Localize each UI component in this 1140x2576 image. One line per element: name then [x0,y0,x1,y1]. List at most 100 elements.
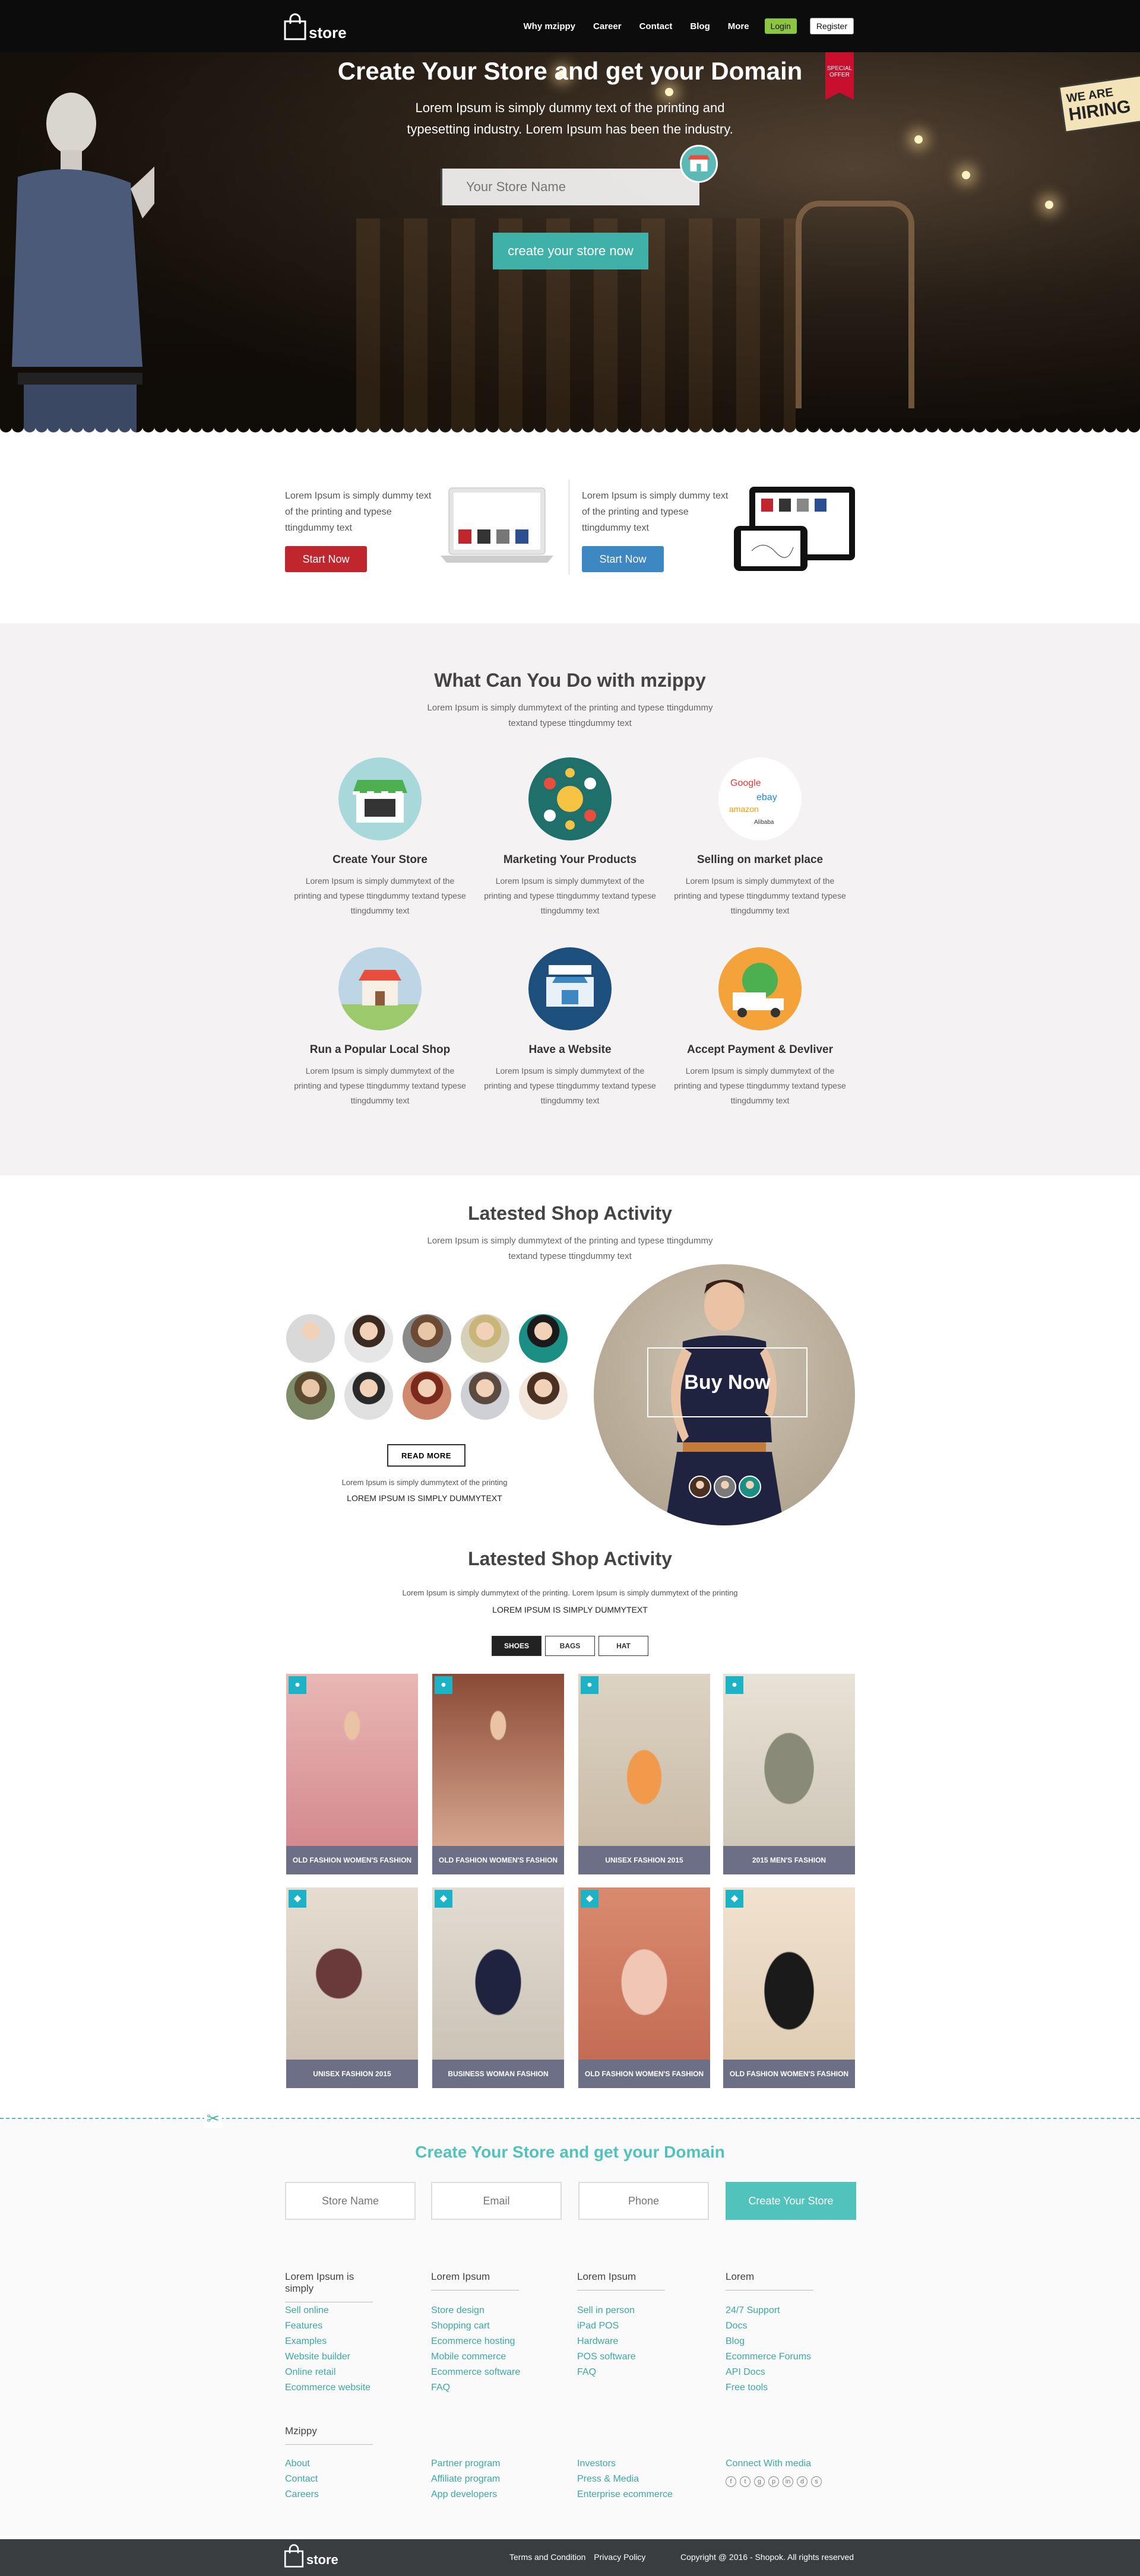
avatar[interactable] [519,1371,568,1420]
footer-link[interactable]: Ecommerce website [285,2380,370,2396]
terms-link[interactable]: Terms and Condition [509,2552,585,2562]
footer-link[interactable]: Mobile commerce [431,2349,506,2365]
tab-shoes[interactable]: SHOES [492,1636,542,1656]
footer-link[interactable]: Sell online [285,2303,329,2318]
footer-link[interactable]: FAQ [577,2365,596,2380]
footer-link[interactable]: Ecommerce Forums [726,2349,811,2365]
local-shop-icon [338,947,422,1030]
google-plus-icon[interactable]: g [754,2476,765,2487]
footer-link[interactable]: Features [285,2318,322,2334]
avatar[interactable] [461,1314,509,1363]
footer-link[interactable]: Ecommerce hosting [431,2334,515,2349]
footer-logo[interactable]: store [284,2544,338,2568]
footer-link[interactable]: Partner program [431,2456,501,2472]
footer-link[interactable]: Online retail [285,2365,335,2380]
store-name-input[interactable] [441,169,699,205]
footer-link[interactable]: Careers [285,2487,319,2502]
pinterest-icon[interactable]: p [768,2476,779,2487]
footer-link[interactable]: Shopping cart [431,2318,490,2334]
ceiling-light [914,135,923,144]
footer-link[interactable]: Contact [285,2472,318,2487]
site-header: store Why mzippy Career Contact Blog Mor… [0,0,1140,52]
footer-link[interactable]: Examples [285,2334,327,2349]
email-field[interactable] [431,2182,562,2220]
start-now-button-2[interactable]: Start Now [582,546,664,572]
clothing-rack-image [796,201,914,408]
linkedin-icon[interactable]: in [783,2476,793,2487]
facebook-icon[interactable]: f [726,2476,736,2487]
nav-career[interactable]: Career [593,21,622,31]
avatar[interactable] [403,1371,451,1420]
phone-field[interactable] [578,2182,709,2220]
footer-link[interactable]: Blog [726,2334,745,2349]
dribbble-icon[interactable]: d [797,2476,808,2487]
footer-link[interactable]: Enterprise ecommerce [577,2487,673,2502]
mini-avatar[interactable] [714,1476,736,1498]
footer-link[interactable]: POS software [577,2349,636,2365]
footer-link[interactable]: Ecommerce software [431,2365,520,2380]
feature-desc: Lorem Ipsum is simply dummytext of the p… [674,1066,846,1105]
login-button[interactable]: Login [764,18,797,34]
footer-link[interactable]: Website builder [285,2349,350,2365]
logo[interactable]: store [284,12,347,40]
nav-contact[interactable]: Contact [639,21,673,31]
avatar[interactable] [286,1371,335,1420]
product-caption: OLD FASHION WOMEN'S FASHION [432,1846,564,1874]
create-your-store-button[interactable]: Create Your Store [726,2182,856,2220]
footer-link[interactable]: About [285,2456,310,2472]
footer-link[interactable]: Docs [726,2318,747,2334]
read-more-button[interactable]: READ MORE [387,1444,466,1467]
footer-link[interactable]: Free tools [726,2380,768,2396]
bottom-bar: store Terms and Condition Privacy Policy… [0,2539,1140,2576]
mini-avatar[interactable] [689,1476,711,1498]
product-card[interactable]: ● OLD FASHION WOMEN'S FASHION [432,1674,564,1874]
product-card[interactable]: ● 2015 MEN'S FASHION [723,1674,855,1874]
footer-link[interactable]: Hardware [577,2334,618,2349]
start-now-button-1[interactable]: Start Now [285,546,367,572]
register-button[interactable]: Register [809,18,854,34]
nav-why-mzippy[interactable]: Why mzippy [524,21,576,31]
avatar[interactable] [344,1314,393,1363]
mini-avatar[interactable] [739,1476,761,1498]
leaf-icon: ◆ [289,1890,306,1908]
avatar[interactable] [344,1371,393,1420]
footer-link[interactable]: FAQ [431,2380,450,2396]
footer-link[interactable]: 24/7 Support [726,2303,780,2318]
store-icon [680,145,718,183]
privacy-link[interactable]: Privacy Policy [594,2552,645,2562]
store-name-field[interactable] [285,2182,416,2220]
feature-title: Marketing Your Products [503,854,637,866]
twitter-icon[interactable]: t [740,2476,750,2487]
footer-link[interactable]: Affiliate program [431,2472,500,2487]
nav-more[interactable]: More [728,21,749,31]
footer-link[interactable]: App developers [431,2487,497,2502]
feature-title: Have a Website [528,1043,612,1056]
tab-hat[interactable]: HAT [598,1636,648,1656]
avatar[interactable] [286,1314,335,1363]
product-card[interactable]: ◆ UNISEX FASHION 2015 [286,1887,418,2088]
product-card[interactable]: ◆ OLD FASHION WOMEN'S FASHION [578,1887,710,2088]
footer-col-heading: Lorem Ipsum is simply [285,2271,373,2302]
product-card[interactable]: ◆ BUSINESS WOMAN FASHION [432,1887,564,2088]
leaf-icon: ◆ [435,1890,452,1908]
buy-now-button[interactable]: Buy Now [647,1347,808,1417]
skype-icon[interactable]: s [811,2476,822,2487]
promo-text-2: Lorem Ipsum is simply dummy text of the … [582,491,729,533]
product-image [432,1674,564,1846]
nav-blog[interactable]: Blog [690,21,710,31]
footer-link[interactable]: Investors [577,2456,616,2472]
avatar[interactable] [403,1314,451,1363]
product-caption: UNISEX FASHION 2015 [578,1846,710,1874]
avatar[interactable] [461,1371,509,1420]
product-card[interactable]: ● UNISEX FASHION 2015 [578,1674,710,1874]
footer-link[interactable]: Sell in person [577,2303,635,2318]
create-store-now-button[interactable]: create your store now [493,233,648,269]
product-card[interactable]: ◆ OLD FASHION WOMEN'S FASHION [723,1887,855,2088]
footer-link[interactable]: iPad POS [577,2318,619,2334]
product-card[interactable]: ● OLD FASHION WOMEN'S FASHION [286,1674,418,1874]
footer-link[interactable]: Press & Media [577,2472,639,2487]
footer-link[interactable]: API Docs [726,2365,765,2380]
footer-link[interactable]: Store design [431,2303,484,2318]
tab-bags[interactable]: BAGS [545,1636,595,1656]
avatar[interactable] [519,1314,568,1363]
